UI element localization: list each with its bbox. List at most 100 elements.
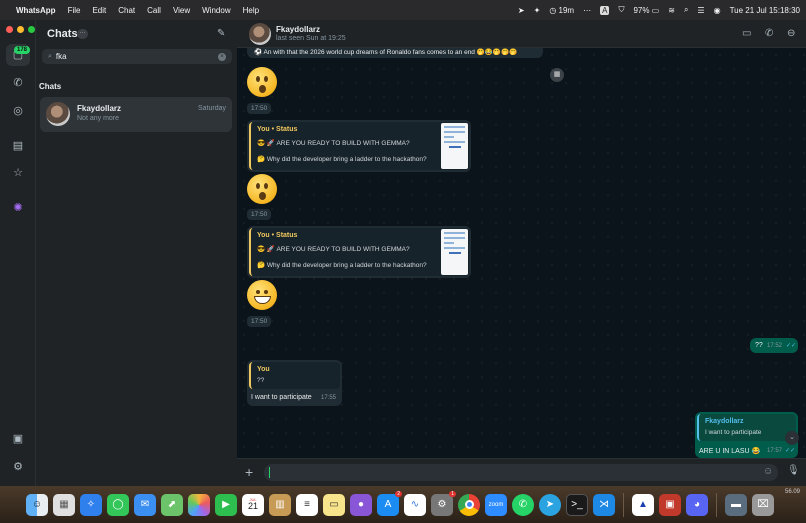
finder-icon[interactable]: ☺: [26, 493, 48, 516]
conversation-panel: ⚽ An with that the 2026 world cup dreams…: [237, 20, 806, 486]
location-arrow-icon[interactable]: ➤: [518, 6, 525, 15]
status-icon[interactable]: ◎: [11, 104, 25, 118]
launchpad-icon[interactable]: ▦: [53, 493, 75, 516]
freeform-icon[interactable]: ∿: [404, 493, 426, 516]
facetime-icon[interactable]: ▶: [215, 493, 237, 516]
meta-ai-icon[interactable]: ✺: [11, 201, 25, 215]
search-input[interactable]: [55, 52, 216, 61]
reminders-icon[interactable]: ≡: [296, 493, 318, 516]
mail-icon[interactable]: ✉: [134, 493, 156, 516]
status-quote[interactable]: You • Status 😎 🚀 ARE YOU READY TO BUILD …: [249, 122, 469, 170]
reply-quote[interactable]: Fkaydollarz I want to participate: [697, 414, 796, 441]
battery-status[interactable]: 97% ▭: [633, 6, 659, 15]
whatsapp-icon[interactable]: ✆: [512, 493, 534, 516]
control-center-icon[interactable]: ☰: [697, 6, 704, 15]
settings-icon[interactable]: ⚙ 1: [431, 490, 456, 516]
settings-icon[interactable]: ⚙: [11, 460, 25, 474]
message-text: ??: [755, 342, 763, 349]
trash-icon[interactable]: ⌧: [752, 493, 774, 516]
status-quote[interactable]: You • Status 😎 🚀 ARE YOU READY TO BUILD …: [249, 228, 469, 276]
media-preview-icon[interactable]: ▦: [550, 68, 564, 82]
sticker-icon[interactable]: ☺: [763, 466, 773, 477]
dock: ☺ ▦ ✧ ◯ ✉ ⬈ ▶ JUL 21 ▥ ≡ ▭ ● A2 ∿ ⚙ 1 zoo…: [0, 486, 806, 523]
archive-icon[interactable]: ▤: [11, 139, 25, 153]
dots-icon[interactable]: ⋯: [583, 6, 591, 15]
photos-icon[interactable]: [188, 493, 210, 516]
stickies-icon[interactable]: ▭: [323, 493, 345, 516]
acrobat-icon[interactable]: ▲: [632, 493, 654, 516]
calls-icon[interactable]: ✆: [11, 76, 25, 90]
discord-icon[interactable]: ◕: [686, 493, 708, 516]
maps-icon[interactable]: ⬈: [161, 493, 183, 516]
sparkle-icon[interactable]: ✦: [534, 6, 541, 15]
search-icon[interactable]: ⌕: [684, 5, 688, 15]
telegram-icon[interactable]: ➤: [539, 493, 561, 516]
minimize-window-button[interactable]: [17, 26, 24, 33]
keyboard-input-icon[interactable]: A: [600, 5, 610, 15]
safari-icon[interactable]: ✧: [80, 493, 102, 516]
zoom-label: zoom: [488, 501, 504, 508]
chat-name: Fkaydollarz: [77, 104, 122, 113]
winrar-icon[interactable]: ▣: [659, 493, 681, 516]
wifi-icon[interactable]: ≋: [668, 6, 675, 15]
new-chat-icon[interactable]: ✎: [217, 28, 225, 39]
appstore-icon[interactable]: A2: [377, 490, 402, 516]
microphone-icon[interactable]: 🎙: [787, 465, 800, 476]
timer-status[interactable]: ◷ 19m: [549, 6, 574, 15]
chrome-icon[interactable]: [458, 493, 480, 516]
incoming-reply-message[interactable]: You ?? I want to participate 17:55: [247, 360, 342, 406]
quote-line: 🤔 Why did the developer bring a ladder t…: [257, 262, 427, 269]
search-bar: ⌕ ×: [42, 49, 232, 64]
clear-search-icon[interactable]: ×: [218, 52, 226, 61]
status-reply-bubble[interactable]: You • Status 😎 🚀 ARE YOU READY TO BUILD …: [247, 120, 471, 172]
menu-view[interactable]: View: [173, 6, 190, 15]
message-input[interactable]: [264, 464, 778, 481]
attach-icon[interactable]: +: [245, 464, 253, 480]
menu-chat[interactable]: Chat: [118, 6, 135, 15]
close-window-button[interactable]: [6, 26, 13, 33]
contact-name[interactable]: Fkaydollarz: [276, 25, 320, 34]
menu-edit[interactable]: Edit: [92, 6, 106, 15]
shield-icon[interactable]: ⛉: [618, 5, 624, 15]
github-icon[interactable]: ●: [350, 493, 372, 516]
avatar: [46, 102, 70, 126]
media-icon[interactable]: ▣: [11, 432, 25, 446]
calendar-icon[interactable]: JUL 21: [242, 493, 264, 516]
grinning-emoji[interactable]: [247, 280, 277, 310]
scroll-down-button[interactable]: ⌄: [785, 431, 799, 445]
notes-icon[interactable]: ▥: [269, 493, 291, 516]
zoom-icon[interactable]: zoom: [485, 493, 507, 516]
starred-icon[interactable]: ☆: [11, 166, 25, 180]
chat-list-more-button[interactable]: ···: [77, 29, 88, 39]
avatar[interactable]: [249, 23, 271, 45]
section-heading: Chats: [39, 82, 62, 91]
video-call-icon[interactable]: ▭: [742, 28, 751, 39]
voice-call-icon[interactable]: ✆: [765, 28, 773, 39]
siri-icon[interactable]: ◉: [714, 6, 721, 15]
menu-file[interactable]: File: [68, 6, 81, 15]
menu-window[interactable]: Window: [202, 6, 230, 15]
outgoing-reply-message[interactable]: Fkaydollarz I want to participate ARE U …: [695, 412, 798, 458]
astonished-emoji[interactable]: [247, 174, 277, 204]
chat-list-panel: Chats ··· ✎ ⌕ × Chats Fkaydollarz Not an…: [36, 20, 237, 486]
terminal-icon[interactable]: >_: [566, 493, 588, 516]
menu-help[interactable]: Help: [243, 6, 259, 15]
menu-app-name[interactable]: WhatsApp: [16, 6, 56, 15]
vscode-icon[interactable]: ⋊: [593, 493, 615, 516]
menu-call[interactable]: Call: [147, 6, 161, 15]
reply-quote[interactable]: You ??: [249, 362, 340, 389]
more-options-icon[interactable]: ⊖: [787, 28, 795, 39]
dock-separator: [623, 492, 624, 517]
zoom-window-button[interactable]: [28, 26, 35, 33]
read-ticks-icon: ✓✓: [786, 343, 797, 349]
status-reply-bubble[interactable]: You • Status 😎 🚀 ARE YOU READY TO BUILD …: [247, 226, 471, 278]
outgoing-message[interactable]: ?? 17:52 ✓✓: [750, 338, 798, 353]
messages-icon[interactable]: ◯: [107, 493, 129, 516]
message-time: 17:50: [247, 103, 272, 114]
astonished-emoji[interactable]: [247, 67, 277, 97]
appstore-badge: 2: [395, 490, 402, 497]
chat-list-item[interactable]: Fkaydollarz Not any more Saturday: [40, 97, 232, 132]
downloads-icon[interactable]: ▬: [725, 493, 747, 516]
conversation-header[interactable]: Fkaydollarz last seen Sun at 19:25 ▭ ✆ ⊖: [237, 20, 806, 48]
clock[interactable]: Tue 21 Jul 15:18:30: [730, 6, 800, 15]
